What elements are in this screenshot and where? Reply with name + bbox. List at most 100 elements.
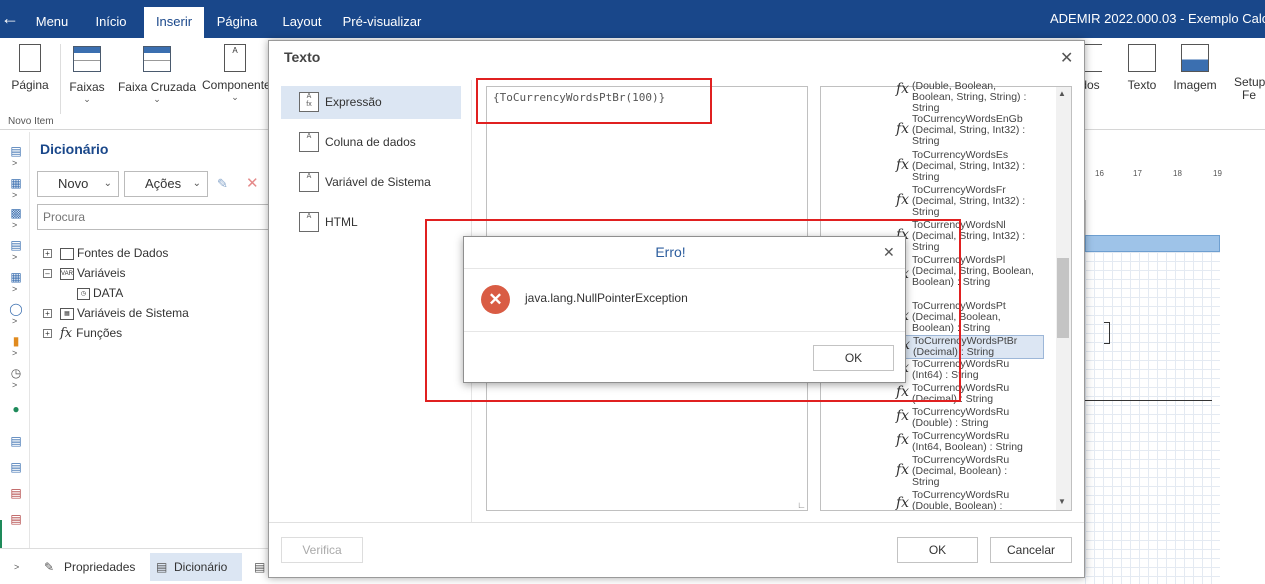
scroll-down-icon[interactable]: ▼ [1058,497,1066,506]
image-button-label: Imagem [1173,78,1217,92]
ruler-tick: 17 [1133,169,1142,178]
chevron-right-icon[interactable]: > [12,380,17,390]
setup-button[interactable]: Setup Fe [1234,44,1265,102]
text-button[interactable]: Texto [1122,44,1162,92]
back-arrow-icon[interactable]: ← [0,8,20,30]
expand-icon[interactable]: + [43,329,52,339]
nav-system-variable[interactable]: A Variável de Sistema [281,166,461,199]
cancel-button[interactable]: Cancelar [990,537,1072,563]
tree-item-variables[interactable]: – VAR Variáveis [43,265,125,281]
rich-text-tool-icon[interactable]: ▤ [9,486,23,500]
tab-properties[interactable]: ✎ Propriedades [40,553,144,581]
collapse-icon[interactable]: – [43,269,52,279]
verify-button[interactable]: Verifica [281,537,363,563]
ok-button[interactable]: OK [897,537,978,563]
ruler-tick: 19 [1213,169,1222,178]
tab-properties-label: Propriedades [64,560,136,574]
setup-button-sublabel: Fe [1242,88,1257,102]
tree-item-label: Variáveis [77,266,126,280]
table-tool-icon[interactable]: ▤ [9,460,23,474]
function-item[interactable]: fx ToCurrencyWordsRu (Decimal, Boolean) :… [892,455,1040,489]
page-icon [19,44,41,72]
bands-button[interactable]: Faixas ⌄ [66,44,108,104]
chevron-right-icon[interactable]: > [12,252,17,262]
chevron-down-icon: ⌄ [153,94,161,104]
cross-band-tool-icon[interactable]: ▦ [9,176,23,190]
function-icon: fx [896,81,910,97]
component-tool-icon[interactable]: ▩ [9,206,23,220]
chevron-right-icon[interactable]: > [12,284,17,294]
chevron-down-icon: ⌄ [83,94,91,104]
shape-tool-icon[interactable]: ◯ [9,302,23,316]
image-tool-icon[interactable]: ▤ [9,512,23,526]
tab-dictionary[interactable]: ▤ Dicionário [150,553,242,581]
page-button[interactable]: Página [8,44,52,92]
nav-data-column[interactable]: A Coluna de dados [281,126,461,159]
band-tool-icon[interactable]: ▤ [9,144,23,158]
tab-dictionary-label: Dicionário [174,560,228,574]
function-item[interactable]: fx ToCurrencyWordsEs (Decimal, String, In… [892,150,1040,184]
function-item[interactable]: fx ToCurrencyWordsRu (Double) : String [892,407,1040,431]
function-item[interactable]: fx ToCurrencyWordsRu (Double, Boolean) : [892,490,1040,510]
report-band[interactable] [1085,235,1220,252]
scrollbar-thumb[interactable] [1057,258,1069,338]
variable-icon: VAR [60,267,74,280]
map-tool-icon[interactable]: ● [9,402,23,416]
report-tool-icon[interactable]: ▤ [9,238,23,252]
expand-icon[interactable]: + [43,249,52,259]
function-item[interactable]: fx ToCurrencyWordsRu (Int64, Boolean) : S… [892,431,1040,455]
left-toolbox: ▤ > ▦ > ▩ > ▤ > ▦ > ◯ > ▮ > ◷ > ● ▤ ▤ ▤ … [0,132,30,584]
function-item[interactable]: fx ToCurrencyWordsEnGb (Decimal, String, … [892,114,1040,148]
new-dropdown[interactable]: Novo ⌄ [37,171,119,197]
tree-item-label: DATA [93,286,124,300]
dictionary-title: Dicionário [40,141,109,157]
tree-item-functions[interactable]: + fx Funções [43,325,122,341]
text-dialog-title: Texto [284,49,321,65]
cross-band-icon [143,46,171,72]
resize-grip-icon[interactable]: ∟ [797,500,806,510]
tree-item-data-sources[interactable]: + Fontes de Dados [43,245,168,261]
band-line [1085,400,1212,401]
tree-item-label: Fontes de Dados [77,246,169,260]
close-icon[interactable]: ✕ [1060,48,1073,68]
expand-icon[interactable]: + [43,309,52,319]
scroll-up-icon[interactable]: ▲ [1058,89,1066,98]
page-grid[interactable] [1085,252,1220,584]
chevron-right-icon[interactable]: > [12,158,17,168]
nav-expression-label: Expressão [325,95,382,109]
tree-item-label: Funções [76,326,123,340]
datasource-icon [60,247,74,260]
ribbon-group-label: Novo Item [8,116,54,127]
selection-bracket [1104,322,1110,344]
chevron-down-icon: ⌄ [192,178,201,189]
image-button[interactable]: Imagem [1170,44,1220,92]
chevron-right-icon[interactable]: > [12,190,17,200]
report-tree-icon[interactable]: ▤ [254,560,265,574]
delete-icon[interactable]: ✕ [246,174,259,192]
fields-icon [1082,44,1102,72]
nav-expression[interactable]: Afx Expressão [281,86,461,119]
search-input[interactable] [37,204,272,230]
function-icon: fx [896,462,910,478]
function-icon: fx [896,157,910,173]
highlight-box-error [425,219,961,402]
chevron-right-icon[interactable]: > [12,348,17,358]
actions-dropdown[interactable]: Ações ⌄ [124,171,208,197]
chevron-right-icon[interactable]: > [12,220,17,230]
cross-band-button[interactable]: Faixa Cruzada ⌄ [116,44,198,104]
chevron-right-icon[interactable]: > [14,562,19,572]
gauge-tool-icon[interactable]: ◷ [9,366,23,380]
tree-item-system-variables[interactable]: + ▦ Variáveis de Sistema [43,305,189,321]
bands-button-label: Faixas [69,80,105,94]
barcode-tool-icon[interactable]: ▦ [9,270,23,284]
tree-item-data[interactable]: ◷ DATA [77,285,123,301]
function-icon: fx [60,326,73,341]
function-item[interactable]: fx (Double, Boolean, Boolean, String, Str… [892,81,1040,114]
chevron-right-icon[interactable]: > [12,316,17,326]
component-button[interactable]: A Componente ⌄ [202,44,271,102]
chart-tool-icon[interactable]: ▮ [9,334,23,348]
function-item[interactable]: fx ToCurrencyWordsFr (Decimal, String, In… [892,185,1040,219]
edit-icon[interactable]: ✎ [217,176,228,192]
component-button-label: Componente [202,78,271,92]
text-tool-icon[interactable]: ▤ [9,434,23,448]
